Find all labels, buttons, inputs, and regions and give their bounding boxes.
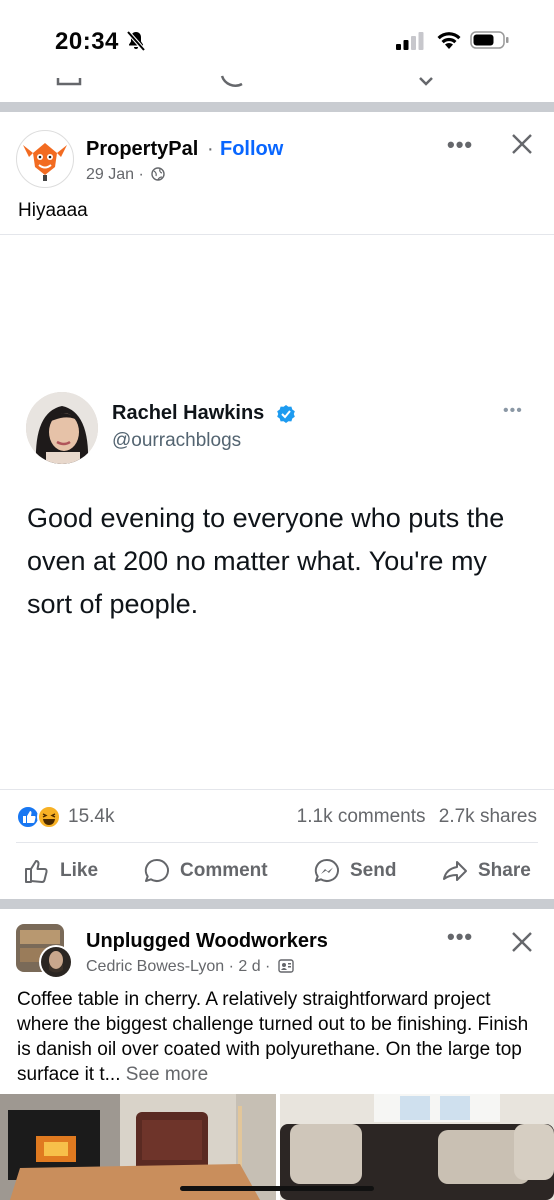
comment-label: Comment [180, 860, 268, 881]
close-icon[interactable] [510, 930, 534, 954]
author-meta[interactable]: Cedric Bowes-Lyon · 2 d · [86, 958, 270, 975]
group-privacy-icon [278, 959, 294, 973]
comment-button[interactable]: Comment [143, 843, 268, 899]
propertypal-avatar[interactable] [16, 130, 74, 188]
like-label: Like [60, 860, 99, 881]
verified-icon [277, 405, 295, 423]
share-button[interactable]: Share [441, 843, 531, 899]
like-icon [25, 860, 48, 883]
like-button[interactable]: Like [23, 843, 98, 899]
page-name[interactable]: PropertyPal [86, 138, 198, 161]
group-name[interactable]: Unplugged Woodworkers [86, 930, 328, 953]
status-bar: 20:34 [0, 0, 554, 70]
divider [0, 789, 554, 790]
tweet-author-name: Rachel Hawkins [112, 402, 265, 424]
tweet-handle: @ourrachblogs [112, 430, 242, 451]
wifi-icon [437, 32, 461, 49]
send-button[interactable]: Send [313, 843, 396, 899]
more-icon[interactable]: ••• [447, 132, 473, 158]
feed-separator [0, 899, 554, 909]
share-icon [443, 861, 467, 881]
close-icon[interactable] [510, 132, 534, 156]
post-actions: Like Comment Send Share [0, 843, 554, 899]
send-icon [314, 858, 339, 882]
post-caption: Hiyaaaa [18, 200, 88, 221]
follow-button[interactable]: Follow [220, 138, 283, 161]
bell-slash-icon [126, 30, 146, 52]
comment-icon [144, 858, 169, 882]
post-text-body: Coffee table in cherry. A relatively str… [17, 989, 529, 1085]
post-text: Coffee table in cherry. A relatively str… [17, 987, 542, 1087]
shares-count[interactable]: 2.7k shares [439, 806, 537, 827]
post-photo[interactable] [280, 1094, 554, 1200]
post-date[interactable]: 29 Jan · [86, 166, 144, 183]
feed-separator [0, 102, 554, 112]
divider [0, 234, 554, 235]
haha-reaction-icon [37, 805, 61, 829]
battery-icon [470, 31, 509, 49]
status-time: 20:34 [55, 28, 119, 55]
tweet-avatar [26, 392, 98, 464]
post-meta: Cedric Bowes-Lyon · 2 d · [86, 958, 294, 976]
home-indicator[interactable] [180, 1186, 374, 1191]
post-photo[interactable] [0, 1094, 276, 1200]
send-label: Send [350, 860, 397, 881]
reactions[interactable] [16, 804, 68, 835]
reaction-count[interactable]: 15.4k [68, 806, 114, 828]
more-icon[interactable]: ••• [447, 924, 473, 950]
tweet-text: Good evening to everyone who puts the ov… [27, 503, 505, 619]
like-reaction-icon [16, 805, 40, 829]
signal-icon [396, 32, 424, 50]
post-stats: 1.1k comments 2.7k shares [297, 806, 537, 828]
comments-count[interactable]: 1.1k comments [297, 806, 426, 827]
group-avatar[interactable] [16, 924, 73, 980]
propertypal-logo [23, 143, 67, 181]
globe-icon [151, 167, 165, 181]
post-meta: 29 Jan · [86, 166, 165, 184]
see-more-link[interactable]: See more [126, 1064, 208, 1085]
name-separator: · [207, 138, 214, 160]
previous-post-actions [0, 70, 554, 102]
share-label: Share [478, 860, 531, 881]
group-icon [16, 924, 73, 979]
tweet-more-icon: ••• [503, 402, 523, 419]
